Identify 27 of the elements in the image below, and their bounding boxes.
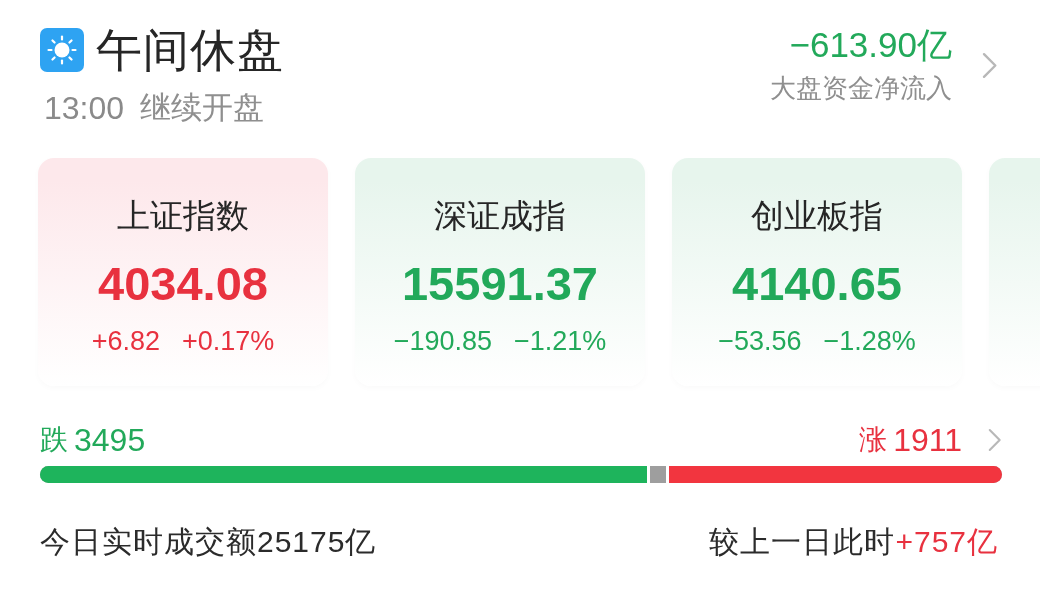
- rising-count: 1911: [893, 422, 962, 458]
- compare-label: 较上一日此时: [709, 524, 896, 560]
- turnover-text: 今日实时成交额25175亿: [40, 524, 377, 560]
- sun-icon: [40, 28, 84, 72]
- net-flow-value: −613.90亿: [789, 24, 952, 66]
- index-name: 上证指数: [117, 196, 249, 236]
- reopen-time: 13:00: [44, 89, 125, 128]
- index-value: 15591.37: [401, 256, 598, 312]
- net-flow-label: 大盘资金净流入: [770, 72, 952, 105]
- market-status-title: 午间休盘: [96, 23, 284, 78]
- chevron-right-icon[interactable]: [988, 428, 1002, 452]
- falling-count: 3495: [74, 422, 146, 458]
- index-change: −190.85: [393, 325, 492, 358]
- index-name: 创业板指: [751, 196, 883, 236]
- index-value: 4140.65: [732, 256, 902, 312]
- index-change-percent: −1.21%: [514, 325, 607, 358]
- chevron-right-icon[interactable]: [982, 51, 998, 79]
- index-change: −53.56: [718, 325, 802, 358]
- index-change-percent: −1.28%: [823, 325, 916, 358]
- index-name: 深证成指: [434, 196, 566, 236]
- index-change: +6.82: [91, 325, 160, 358]
- index-change-percent: +0.17%: [182, 325, 275, 358]
- falling-label: 跌: [40, 423, 68, 457]
- index-value: 4034.08: [98, 256, 268, 312]
- reopen-note: 继续开盘: [140, 89, 265, 127]
- rising-label: 涨: [859, 423, 888, 457]
- compare-value: +757亿: [895, 524, 998, 560]
